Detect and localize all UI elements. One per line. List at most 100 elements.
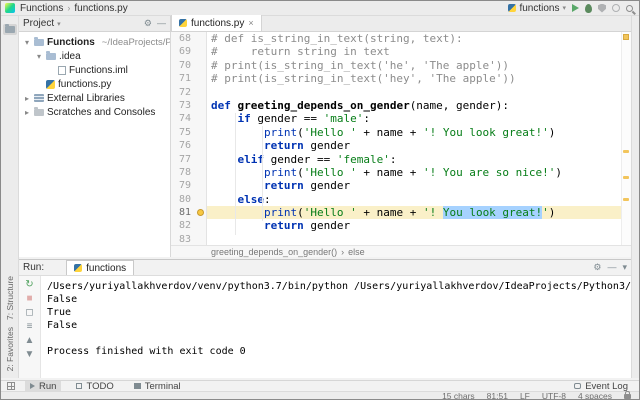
code-line[interactable]: 76 return gender — [171, 139, 621, 152]
toolwindow-button-favorites[interactable]: 2: Favorites — [5, 327, 15, 371]
breadcrumb-item[interactable]: else — [348, 247, 365, 257]
scroll-up-icon[interactable]: ▲ — [25, 335, 35, 346]
code-line[interactable]: 72 — [171, 86, 621, 99]
restore-layout-icon[interactable]: ◻ — [25, 307, 33, 318]
code-line[interactable]: 74 if gender == 'male': — [171, 112, 621, 125]
tree-item[interactable]: ▸Scratches and Consoles — [19, 105, 170, 119]
line-number[interactable]: 74 — [171, 112, 195, 125]
code-token — [211, 166, 264, 179]
warning-mark[interactable] — [623, 176, 629, 179]
status-item[interactable]: 4 spaces — [578, 392, 612, 400]
line-number[interactable]: 76 — [171, 139, 195, 152]
nav-crumb[interactable]: Functions — [20, 3, 63, 14]
inspection-indicator-icon[interactable] — [623, 34, 629, 40]
code-line[interactable]: 82 return gender — [171, 219, 621, 232]
code-token: gender == — [271, 153, 337, 166]
run-configuration-select[interactable]: functions ▾ — [508, 3, 566, 14]
line-number[interactable]: 83 — [171, 233, 195, 245]
settings-icon[interactable]: ⚙ — [593, 262, 601, 273]
collapse-all-icon[interactable]: — — [157, 18, 166, 29]
project-panel-header[interactable]: Project ▾ ⚙ — — [19, 16, 171, 31]
code-line[interactable]: 75 print('Hello ' + name + '! You look g… — [171, 126, 621, 139]
breadcrumb-item[interactable]: greeting_depends_on_gender() — [211, 247, 337, 257]
line-number[interactable]: 70 — [171, 59, 195, 72]
line-number[interactable]: 77 — [171, 153, 195, 166]
coverage-button[interactable] — [598, 4, 606, 13]
toolwindow-button-structure[interactable]: 7: Structure — [5, 276, 15, 320]
scroll-down-icon[interactable]: ▼ — [25, 349, 35, 360]
minimize-icon[interactable]: — — [607, 262, 616, 273]
project-toolwindow-button[interactable] — [3, 24, 17, 35]
lock-icon[interactable] — [624, 394, 631, 399]
pin-icon[interactable]: ≡ — [27, 321, 33, 332]
bottom-tab-terminal[interactable]: Terminal — [129, 381, 186, 392]
code-line[interactable]: 79 return gender — [171, 179, 621, 192]
code-text: else: — [207, 193, 621, 206]
code-line[interactable]: 70# print(is_string_in_text('he', 'The a… — [171, 59, 621, 72]
line-number[interactable]: 68 — [171, 32, 195, 45]
stop-icon[interactable]: ■ — [26, 293, 32, 304]
editor-scrollbar[interactable] — [621, 32, 631, 245]
code-text — [207, 86, 621, 99]
code-lines[interactable]: 68 # def is_string_in_text(string, text):… — [171, 32, 621, 245]
code-token: + name + — [357, 166, 423, 179]
gutter-slot — [195, 139, 207, 152]
line-number[interactable]: 71 — [171, 72, 195, 85]
line-number[interactable]: 81 — [171, 206, 195, 219]
debug-button[interactable] — [585, 4, 592, 13]
status-item[interactable]: 15 chars — [442, 392, 475, 400]
line-number[interactable]: 73 — [171, 99, 195, 112]
search-everywhere-icon[interactable] — [626, 5, 633, 12]
bottom-tab-todo[interactable]: TODO — [71, 381, 118, 392]
console-line: True — [47, 306, 631, 319]
nav-crumb[interactable]: functions.py — [74, 3, 127, 14]
line-number[interactable]: 80 — [171, 193, 195, 206]
tab-functions-py[interactable]: functions.py × — [171, 15, 262, 31]
status-item[interactable]: 81:51 — [487, 392, 508, 400]
tree-item[interactable]: ▾.idea — [19, 49, 170, 63]
tree-item[interactable]: ▸External Libraries — [19, 91, 170, 105]
rerun-icon[interactable]: ↻ — [25, 279, 33, 290]
code-line[interactable]: 81 print('Hello ' + name + '! You look g… — [171, 206, 621, 219]
code-line[interactable]: 77 elif gender == 'female': — [171, 153, 621, 166]
gutter-slot — [195, 193, 207, 206]
pycharm-window: Functions›functions.py functions ▾ Proje… — [0, 0, 640, 400]
code-line[interactable]: 80 else: — [171, 193, 621, 206]
warning-mark[interactable] — [623, 150, 629, 153]
gear-icon[interactable]: ⚙ — [144, 18, 152, 29]
code-line[interactable]: 69# return string in text — [171, 45, 621, 58]
code-line[interactable]: 83 — [171, 233, 621, 245]
tab-label: functions.py — [191, 18, 244, 29]
bottom-tab-run[interactable]: Run — [25, 381, 61, 392]
toolwindow-switcher-icon[interactable] — [7, 382, 15, 390]
line-number[interactable]: 82 — [171, 219, 195, 232]
profiler-button[interactable] — [612, 4, 620, 12]
status-item[interactable]: LF — [520, 392, 530, 400]
run-tab-functions[interactable]: functions — [66, 260, 134, 275]
code-line[interactable]: 73def greeting_depends_on_gender(name, g… — [171, 99, 621, 112]
code-editor[interactable]: 68 # def is_string_in_text(string, text):… — [171, 32, 631, 257]
line-number[interactable]: 79 — [171, 179, 195, 192]
restore-icon[interactable]: ▾ — [622, 262, 627, 273]
line-number[interactable]: 69 — [171, 45, 195, 58]
run-console[interactable]: /Users/yuriyallakhverdov/venv/python3.7/… — [41, 276, 631, 378]
code-token: return — [264, 179, 310, 192]
line-number[interactable]: 78 — [171, 166, 195, 179]
status-item[interactable]: UTF-8 — [542, 392, 566, 400]
tree-item[interactable]: ▾Functions~/IdeaProjects/Python3/Functio… — [19, 35, 170, 49]
code-line[interactable]: 68 # def is_string_in_text(string, text): — [171, 32, 621, 45]
run-toolbar: ↻ ■ ◻ ≡ ▲ ▼ — [19, 276, 41, 378]
run-button[interactable] — [572, 4, 579, 12]
intention-bulb-icon[interactable] — [197, 209, 204, 216]
bottom-tab-event-log[interactable]: Event Log — [569, 381, 633, 392]
code-line[interactable]: 71# print(is_string_in_text('hey', 'The … — [171, 72, 621, 85]
warning-mark[interactable] — [623, 198, 629, 201]
close-tab-icon[interactable]: × — [248, 18, 253, 28]
code-text: # def is_string_in_text(string, text): — [207, 32, 621, 45]
line-number[interactable]: 72 — [171, 86, 195, 99]
tree-item[interactable]: functions.py — [19, 77, 170, 91]
line-number[interactable]: 75 — [171, 126, 195, 139]
code-line[interactable]: 78 print('Hello ' + name + '! You are so… — [171, 166, 621, 179]
tree-item[interactable]: Functions.iml — [19, 63, 170, 77]
indent-guide — [235, 113, 236, 235]
